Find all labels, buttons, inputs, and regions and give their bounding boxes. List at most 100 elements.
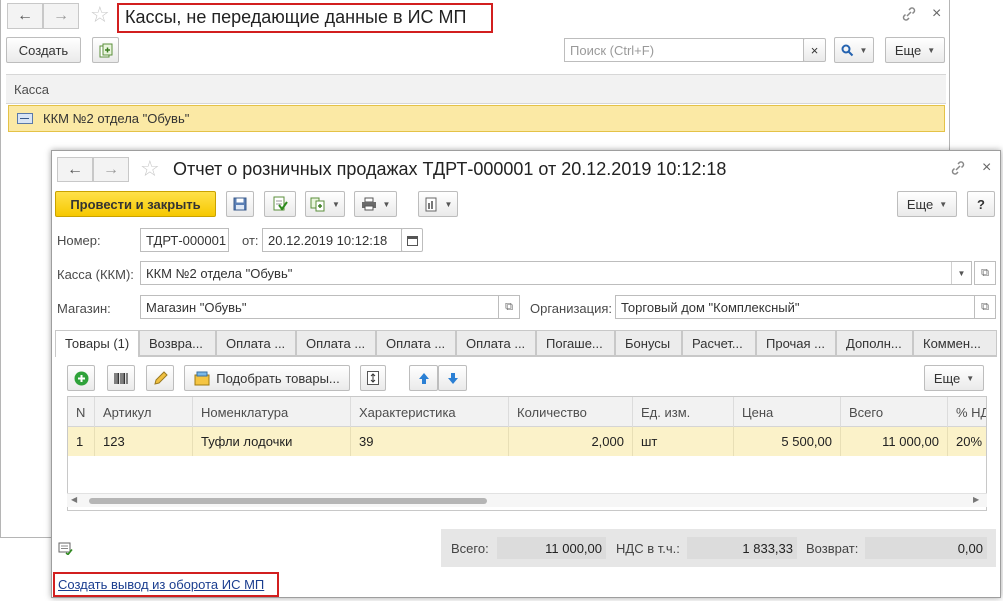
list-row[interactable]: ККМ №2 отдела "Обувь" (8, 105, 945, 132)
more-button[interactable]: Еще ▼ (885, 37, 945, 63)
col-unit[interactable]: Ед. изм. (633, 397, 734, 427)
cell-total: 11 000,00 (841, 427, 948, 456)
table-more-button[interactable]: Еще ▼ (924, 365, 984, 391)
open-icon: ⧉ (981, 266, 989, 279)
col-article[interactable]: Артикул (95, 397, 193, 427)
org-open-button[interactable]: ⧉ (974, 295, 996, 319)
search-button[interactable]: ▼ (834, 37, 874, 63)
org-label: Организация: (530, 301, 613, 316)
kassa-value: ККМ №2 отдела "Обувь" (146, 265, 293, 281)
fill-button[interactable] (146, 365, 174, 391)
col-vat[interactable]: % НД (948, 397, 986, 427)
create-withdrawal-link[interactable]: Создать вывод из оборота ИС МП (53, 572, 279, 597)
move-down-button[interactable] (438, 365, 467, 391)
close-icon[interactable]: × (982, 159, 991, 177)
date-field[interactable]: 20.12.2019 10:12:18 (262, 228, 402, 252)
scroll-right-icon[interactable]: ▶ (973, 495, 979, 504)
tab-returns[interactable]: Возвра... (139, 330, 216, 356)
pick-goods-label: Подобрать товары... (216, 370, 340, 386)
doc-back-button[interactable]: ← (57, 157, 93, 182)
tab-settlements[interactable]: Расчет... (682, 330, 756, 356)
create-based-on-button[interactable]: ▼ (305, 191, 345, 217)
col-total[interactable]: Всего (841, 397, 948, 427)
search-icon (841, 44, 853, 56)
tab-comments[interactable]: Коммен... (913, 330, 997, 356)
tab-payment-3[interactable]: Оплата ... (376, 330, 456, 356)
close-icon[interactable]: × (932, 5, 941, 23)
post-button[interactable] (264, 191, 296, 217)
calendar-button[interactable] (401, 228, 423, 252)
kassa-field[interactable]: ККМ №2 отдела "Обувь" ▼ (140, 261, 972, 285)
link-icon[interactable] (901, 6, 917, 25)
barcode-button[interactable] (107, 365, 135, 391)
history-icon[interactable] (58, 542, 73, 558)
scroll-left-icon[interactable]: ◀ (71, 495, 77, 504)
tab-payment-1[interactable]: Оплата ... (216, 330, 296, 356)
open-icon: ⧉ (981, 300, 989, 313)
tab-bonuses[interactable]: Бонусы (615, 330, 682, 356)
col-nomenclature[interactable]: Номенклатура (193, 397, 351, 427)
search-clear-button[interactable]: × (803, 38, 826, 62)
col-price[interactable]: Цена (734, 397, 841, 427)
barcode-icon (114, 372, 128, 384)
forward-button[interactable]: → (43, 3, 79, 29)
reports-button[interactable]: ▼ (418, 191, 458, 217)
return-label: Возврат: (806, 541, 859, 556)
clear-icon: × (810, 42, 819, 58)
col-characteristic[interactable]: Характеристика (351, 397, 509, 427)
split-line-button[interactable] (360, 365, 386, 391)
tab-additional[interactable]: Дополн... (836, 330, 913, 356)
tab-other[interactable]: Прочая ... (756, 330, 836, 356)
kassa-label: Касса (ККМ): (57, 267, 134, 282)
chevron-down-icon[interactable]: ▼ (951, 262, 971, 284)
tab-goods[interactable]: Товары (1) (55, 330, 139, 357)
back-button[interactable]: ← (7, 3, 43, 29)
pencil-icon (153, 370, 168, 385)
post-document-icon (273, 196, 288, 211)
search-input[interactable]: Поиск (Ctrl+F) (564, 38, 804, 62)
print-button[interactable]: ▼ (354, 191, 397, 217)
add-row-button[interactable] (67, 365, 95, 391)
horizontal-scrollbar[interactable]: ◀ ▶ (67, 493, 987, 507)
cell-price: 5 500,00 (734, 427, 841, 456)
help-button[interactable]: ? (967, 191, 995, 217)
help-icon: ? (977, 196, 985, 212)
column-kassa[interactable]: Касса (14, 82, 49, 97)
total-value: 11 000,00 (497, 537, 606, 559)
shop-field[interactable]: Магазин "Обувь" (140, 295, 500, 319)
table-row[interactable]: 1 123 Туфли лодочки 39 2,000 шт 5 500,00… (68, 427, 986, 456)
favorite-star-icon[interactable]: ☆ (140, 158, 160, 180)
vat-value: 1 833,33 (687, 537, 797, 559)
doc-more-button[interactable]: Еще ▼ (897, 191, 957, 217)
col-quantity[interactable]: Количество (509, 397, 633, 427)
shop-label: Магазин: (57, 301, 111, 316)
number-field[interactable]: ТДРТ-000001 (140, 228, 229, 252)
create-copy-button[interactable] (92, 37, 119, 63)
create-button[interactable]: Создать (6, 37, 81, 63)
shop-open-button[interactable]: ⧉ (498, 295, 520, 319)
org-field[interactable]: Торговый дом "Комплексный" (615, 295, 975, 319)
more-label: Еще (906, 196, 934, 212)
cell-vat: 20% (956, 434, 983, 449)
move-up-button[interactable] (409, 365, 438, 391)
tab-payment-2[interactable]: Оплата ... (296, 330, 376, 356)
arrow-right-icon: → (53, 7, 69, 24)
number-label: Номер: (57, 233, 101, 248)
kassa-open-button[interactable]: ⧉ (974, 261, 996, 285)
chevron-down-icon: ▼ (382, 199, 391, 209)
more-label: Еще (894, 42, 922, 58)
scroll-thumb[interactable] (89, 498, 487, 504)
col-n[interactable]: N (68, 397, 95, 427)
cell-n: 1 (68, 427, 95, 456)
pick-goods-button[interactable]: Подобрать товары... (184, 365, 350, 391)
chevron-down-icon: ▼ (939, 199, 948, 209)
link-icon[interactable] (950, 160, 966, 179)
tab-payment-4[interactable]: Оплата ... (456, 330, 536, 356)
doc-forward-button[interactable]: → (93, 157, 129, 182)
save-button[interactable] (226, 191, 254, 217)
post-and-close-button[interactable]: Провести и закрыть (55, 191, 216, 217)
arrow-up-icon (418, 372, 429, 384)
save-icon (233, 197, 247, 211)
favorite-star-icon[interactable]: ☆ (90, 4, 110, 26)
tab-repayment[interactable]: Погаше... (536, 330, 615, 356)
